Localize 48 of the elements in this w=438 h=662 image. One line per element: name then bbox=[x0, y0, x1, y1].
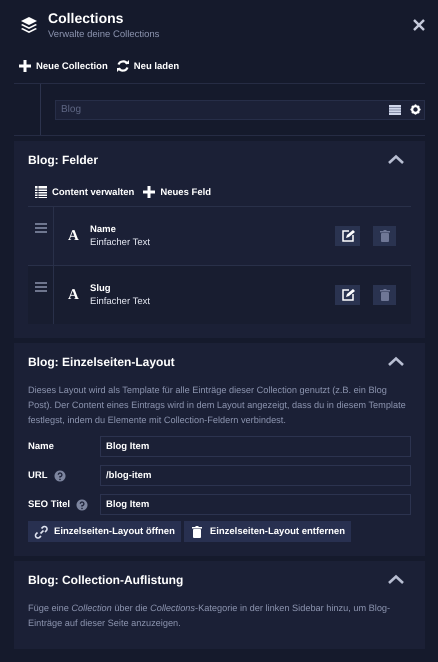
settings-icon[interactable] bbox=[410, 104, 421, 115]
delete-button[interactable] bbox=[373, 226, 396, 246]
open-layout-button[interactable]: Einzelseiten-Layout öffnen bbox=[28, 521, 181, 542]
text-field[interactable]: Blog Item bbox=[100, 494, 411, 515]
section-title: Blog: Felder bbox=[28, 153, 98, 167]
delete-button[interactable] bbox=[373, 285, 396, 305]
text-type-icon: A bbox=[68, 228, 80, 244]
field-name: Name bbox=[90, 224, 117, 235]
new-field-button[interactable]: Neues Feld bbox=[142, 185, 212, 199]
section-description: Dieses Layout wird als Template für alle Einträge dieser Collection genutzt (z.B. ein Blog Post). Der Content eines Eintrags wird in dem Layout angezeigt, dass du in diesem Template festlegst, indem du Elemente mit Collection-Feldern verbindest. bbox=[28, 384, 407, 427]
close-icon bbox=[412, 18, 426, 32]
collapse-button[interactable] bbox=[387, 153, 405, 167]
reload-button[interactable]: Neu laden bbox=[116, 59, 180, 73]
edit-icon bbox=[340, 229, 354, 243]
collapse-button[interactable] bbox=[387, 355, 405, 369]
panel-subtitle: Verwalte deine Collections bbox=[48, 29, 160, 40]
section-description: Füge eine Collection über die Collections-Kategorie in der linken Sidebar hinzu, um Blog-Einträge auf dieser Seite anzuzeigen. bbox=[28, 602, 392, 630]
plus-icon bbox=[18, 59, 32, 73]
text-field[interactable]: /blog-item bbox=[100, 465, 411, 486]
drag-handle-icon bbox=[34, 280, 48, 294]
trash-icon bbox=[190, 524, 204, 538]
edit-button[interactable] bbox=[335, 226, 360, 246]
edit-icon bbox=[340, 288, 354, 302]
field-type: Einfacher Text bbox=[90, 296, 152, 307]
field-type: Einfacher Text bbox=[90, 237, 152, 248]
section-title: Blog: Collection-Auflistung bbox=[28, 573, 184, 587]
edit-button[interactable] bbox=[335, 285, 360, 305]
text-type-icon: A bbox=[68, 286, 80, 304]
text-field[interactable]: Blog Item bbox=[100, 436, 411, 457]
trash-icon bbox=[378, 288, 392, 302]
list-icon bbox=[34, 185, 48, 199]
field-label: URL bbox=[28, 470, 48, 481]
plus-icon bbox=[142, 185, 156, 199]
link-icon bbox=[34, 524, 48, 538]
drag-handle-icon bbox=[34, 221, 48, 235]
collapse-button[interactable] bbox=[387, 573, 405, 587]
new-collection-button[interactable]: Neue Collection bbox=[18, 59, 108, 73]
field-label: Name bbox=[28, 441, 54, 452]
trash-icon bbox=[378, 229, 392, 243]
refresh-icon bbox=[116, 59, 130, 73]
table-icon[interactable] bbox=[388, 102, 402, 116]
section-title: Blog: Einzelseiten-Layout bbox=[28, 355, 175, 369]
layers-icon bbox=[20, 16, 38, 34]
manage-content-button[interactable]: Content verwalten bbox=[34, 185, 134, 199]
panel-title: Collections bbox=[48, 10, 124, 26]
field-name: Slug bbox=[90, 283, 112, 294]
field-label: SEO Titel bbox=[28, 499, 70, 510]
remove-layout-button[interactable]: Einzelseiten-Layout entfernen bbox=[184, 521, 352, 542]
